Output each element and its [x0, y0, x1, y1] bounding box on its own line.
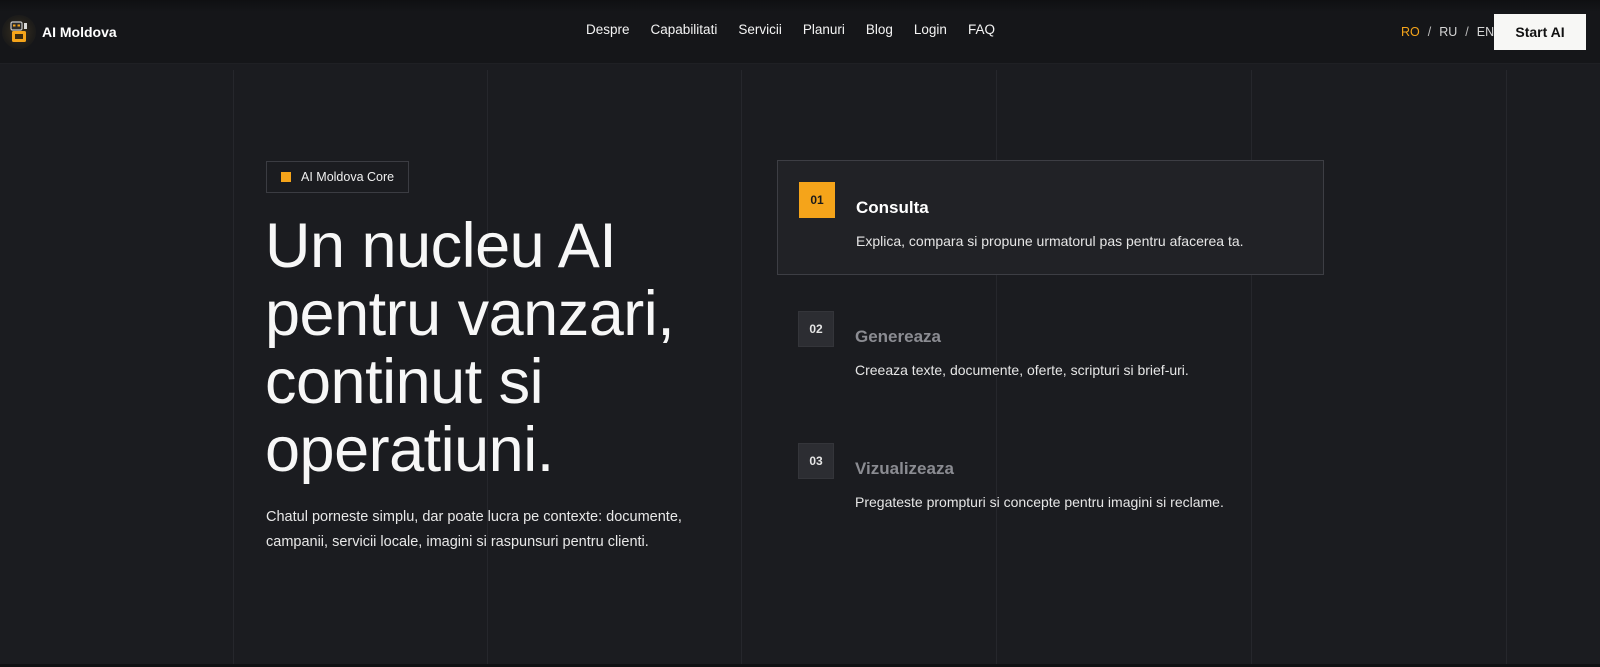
nav-link-despre[interactable]: Despre	[586, 22, 630, 37]
nav-link-capabilitati[interactable]: Capabilitati	[651, 22, 718, 37]
badge-square-icon	[281, 172, 291, 182]
step-description: Explica, compara si propune urmatorul pa…	[856, 233, 1244, 249]
brand-link[interactable]: AI Moldova	[0, 12, 117, 52]
nav-link-servicii[interactable]: Servicii	[738, 22, 782, 37]
headline-line: pentru vanzari,	[265, 279, 675, 349]
nav-link-login[interactable]: Login	[914, 22, 947, 37]
lang-en[interactable]: EN	[1477, 25, 1494, 39]
step-title: Vizualizeaza	[855, 459, 954, 478]
hero-headline: Un nucleu AI pentru vanzari, continut si…	[265, 212, 745, 484]
language-switcher: RO / RU / EN	[1401, 25, 1494, 39]
lang-ro[interactable]: RO	[1401, 25, 1420, 39]
nav-link-blog[interactable]: Blog	[866, 22, 893, 37]
nav-link-faq[interactable]: FAQ	[968, 22, 995, 37]
robot-logo-icon	[2, 15, 36, 49]
hero-badge: AI Moldova Core	[266, 161, 410, 193]
start-ai-button[interactable]: Start AI	[1494, 14, 1586, 50]
hero-subtext: Chatul porneste simplu, dar poate lucra …	[266, 509, 682, 550]
lang-separator: /	[1427, 25, 1432, 39]
step-card-genereaza[interactable]: 02 Genereaza Creeaza texte, documente, o…	[777, 290, 1324, 405]
step-number: 01	[799, 182, 835, 218]
step-card-vizualizeaza[interactable]: 03 Vizualizeaza Pregateste prompturi si …	[777, 422, 1324, 537]
lang-separator: /	[1465, 25, 1469, 39]
step-card-consulta[interactable]: 01 Consulta Explica, compara si propune …	[777, 160, 1324, 275]
step-title: Genereaza	[855, 327, 941, 346]
lang-ru[interactable]: RU	[1439, 25, 1457, 39]
brand-name: AI Moldova	[42, 24, 117, 40]
main-nav: Despre Capabilitati Servicii Planuri Blo…	[586, 22, 995, 37]
headline-line: operatiuni.	[265, 415, 554, 485]
step-title: Consulta	[856, 198, 929, 217]
grid-line	[1506, 70, 1507, 667]
grid-line	[233, 70, 234, 667]
headline-line: Un nucleu AI	[265, 211, 617, 281]
header-shadow	[0, 0, 1600, 12]
step-number: 02	[798, 311, 834, 347]
step-number: 03	[798, 443, 834, 479]
step-description: Creeaza texte, documente, oferte, script…	[855, 362, 1189, 378]
nav-link-planuri[interactable]: Planuri	[803, 22, 845, 37]
page: AI Moldova Despre Capabilitati Servicii …	[0, 0, 1600, 667]
site-header: AI Moldova Despre Capabilitati Servicii …	[0, 0, 1600, 64]
step-description: Pregateste prompturi si concepte pentru …	[855, 494, 1224, 510]
headline-line: continut si	[265, 347, 544, 417]
badge-label: AI Moldova Core	[301, 170, 395, 184]
